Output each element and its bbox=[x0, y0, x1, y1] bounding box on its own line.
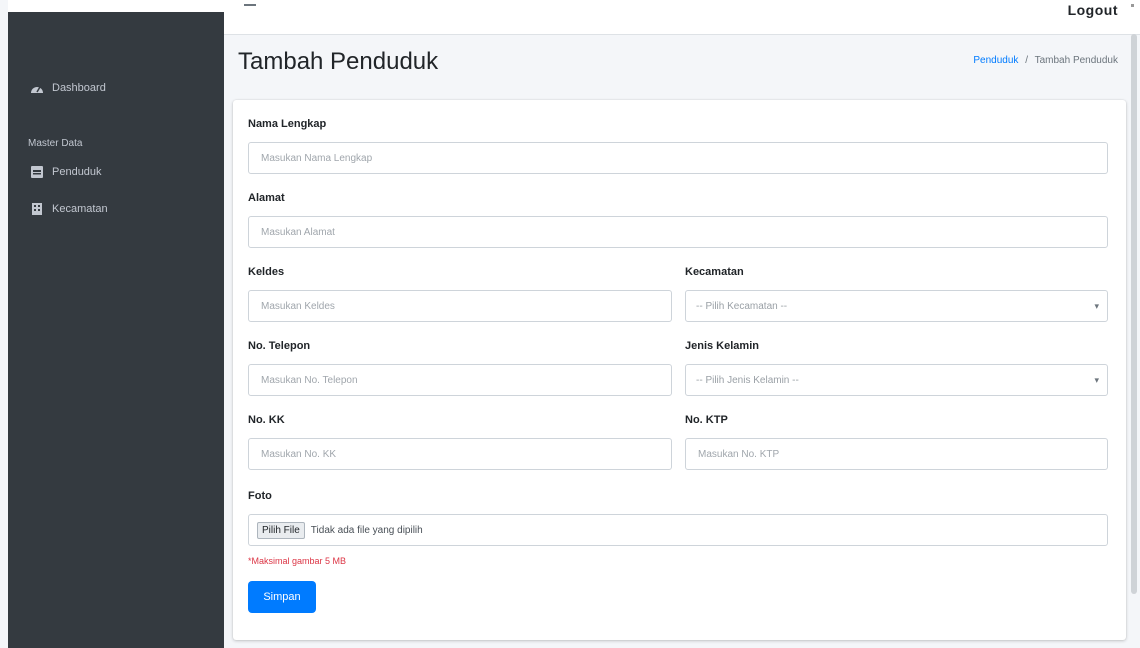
more-icon[interactable] bbox=[1131, 4, 1134, 7]
no-kk-input[interactable] bbox=[259, 447, 661, 461]
label-jenis-kelamin: Jenis Kelamin bbox=[685, 340, 759, 352]
id-card-icon bbox=[28, 164, 46, 180]
nama-lengkap-input[interactable] bbox=[259, 151, 1097, 165]
label-telepon: No. Telepon bbox=[248, 340, 311, 352]
choose-file-button[interactable]: Pilih File bbox=[257, 521, 305, 539]
keldes-input[interactable] bbox=[259, 299, 661, 313]
label-no-ktp: No. KTP bbox=[685, 414, 728, 426]
page-title: Tambah Penduduk bbox=[238, 48, 439, 75]
breadcrumb: Penduduk / Tambah Penduduk bbox=[973, 55, 1118, 66]
jenis-kelamin-select[interactable]: -- Pilih Jenis Kelamin -- ▾ bbox=[685, 364, 1108, 396]
sidebar-item-label: Penduduk bbox=[52, 166, 102, 178]
label-foto: Foto bbox=[248, 490, 272, 502]
alamat-field[interactable] bbox=[248, 216, 1108, 248]
sidebar-item-label: Dashboard bbox=[52, 82, 106, 94]
kecamatan-selected-value: -- Pilih Kecamatan -- bbox=[696, 300, 788, 312]
label-no-kk: No. KK bbox=[248, 414, 285, 426]
chevron-down-icon: ▾ bbox=[1094, 375, 1099, 385]
nama-lengkap-field[interactable] bbox=[248, 142, 1108, 174]
label-alamat: Alamat bbox=[248, 192, 285, 204]
no-ktp-input[interactable] bbox=[696, 447, 1097, 461]
building-icon bbox=[28, 201, 46, 217]
label-nama-lengkap: Nama Lengkap bbox=[248, 118, 327, 130]
sidebar: Dashboard Master Data Penduduk Kecamatan bbox=[8, 0, 224, 648]
scrollbar[interactable] bbox=[1131, 34, 1137, 594]
save-button[interactable]: Simpan bbox=[248, 581, 316, 613]
no-ktp-field[interactable] bbox=[685, 438, 1108, 470]
sidebar-item-label: Kecamatan bbox=[52, 203, 108, 215]
keldes-field[interactable] bbox=[248, 290, 672, 322]
kecamatan-select[interactable]: -- Pilih Kecamatan -- ▾ bbox=[685, 290, 1108, 322]
breadcrumb-separator: / bbox=[1025, 55, 1028, 66]
label-keldes: Keldes bbox=[248, 266, 285, 278]
foto-size-hint: *Maksimal gambar 5 MB bbox=[248, 556, 347, 566]
sidebar-item-penduduk[interactable]: Penduduk bbox=[8, 159, 224, 185]
chevron-down-icon: ▾ bbox=[1094, 301, 1099, 311]
brand-strip bbox=[8, 0, 224, 12]
top-navbar: Logout bbox=[224, 0, 1140, 35]
telepon-input[interactable] bbox=[259, 373, 661, 387]
sidebar-item-dashboard[interactable]: Dashboard bbox=[8, 75, 224, 101]
telepon-field[interactable] bbox=[248, 364, 672, 396]
label-kecamatan: Kecamatan bbox=[685, 266, 744, 278]
logout-link[interactable]: Logout bbox=[1068, 2, 1118, 18]
sidebar-item-kecamatan[interactable]: Kecamatan bbox=[8, 196, 224, 222]
sidebar-section-header: Master Data bbox=[28, 138, 83, 149]
file-status-text: Tidak ada file yang dipilih bbox=[310, 524, 423, 536]
alamat-input[interactable] bbox=[259, 225, 1097, 239]
breadcrumb-current: Tambah Penduduk bbox=[1034, 55, 1118, 66]
no-kk-field[interactable] bbox=[248, 438, 672, 470]
breadcrumb-link-penduduk[interactable]: Penduduk bbox=[973, 55, 1018, 66]
dashboard-icon bbox=[28, 80, 46, 96]
menu-toggle-icon[interactable] bbox=[244, 0, 256, 6]
foto-file-input[interactable]: Pilih File Tidak ada file yang dipilih bbox=[248, 514, 1108, 546]
jenis-kelamin-selected-value: -- Pilih Jenis Kelamin -- bbox=[696, 374, 799, 386]
